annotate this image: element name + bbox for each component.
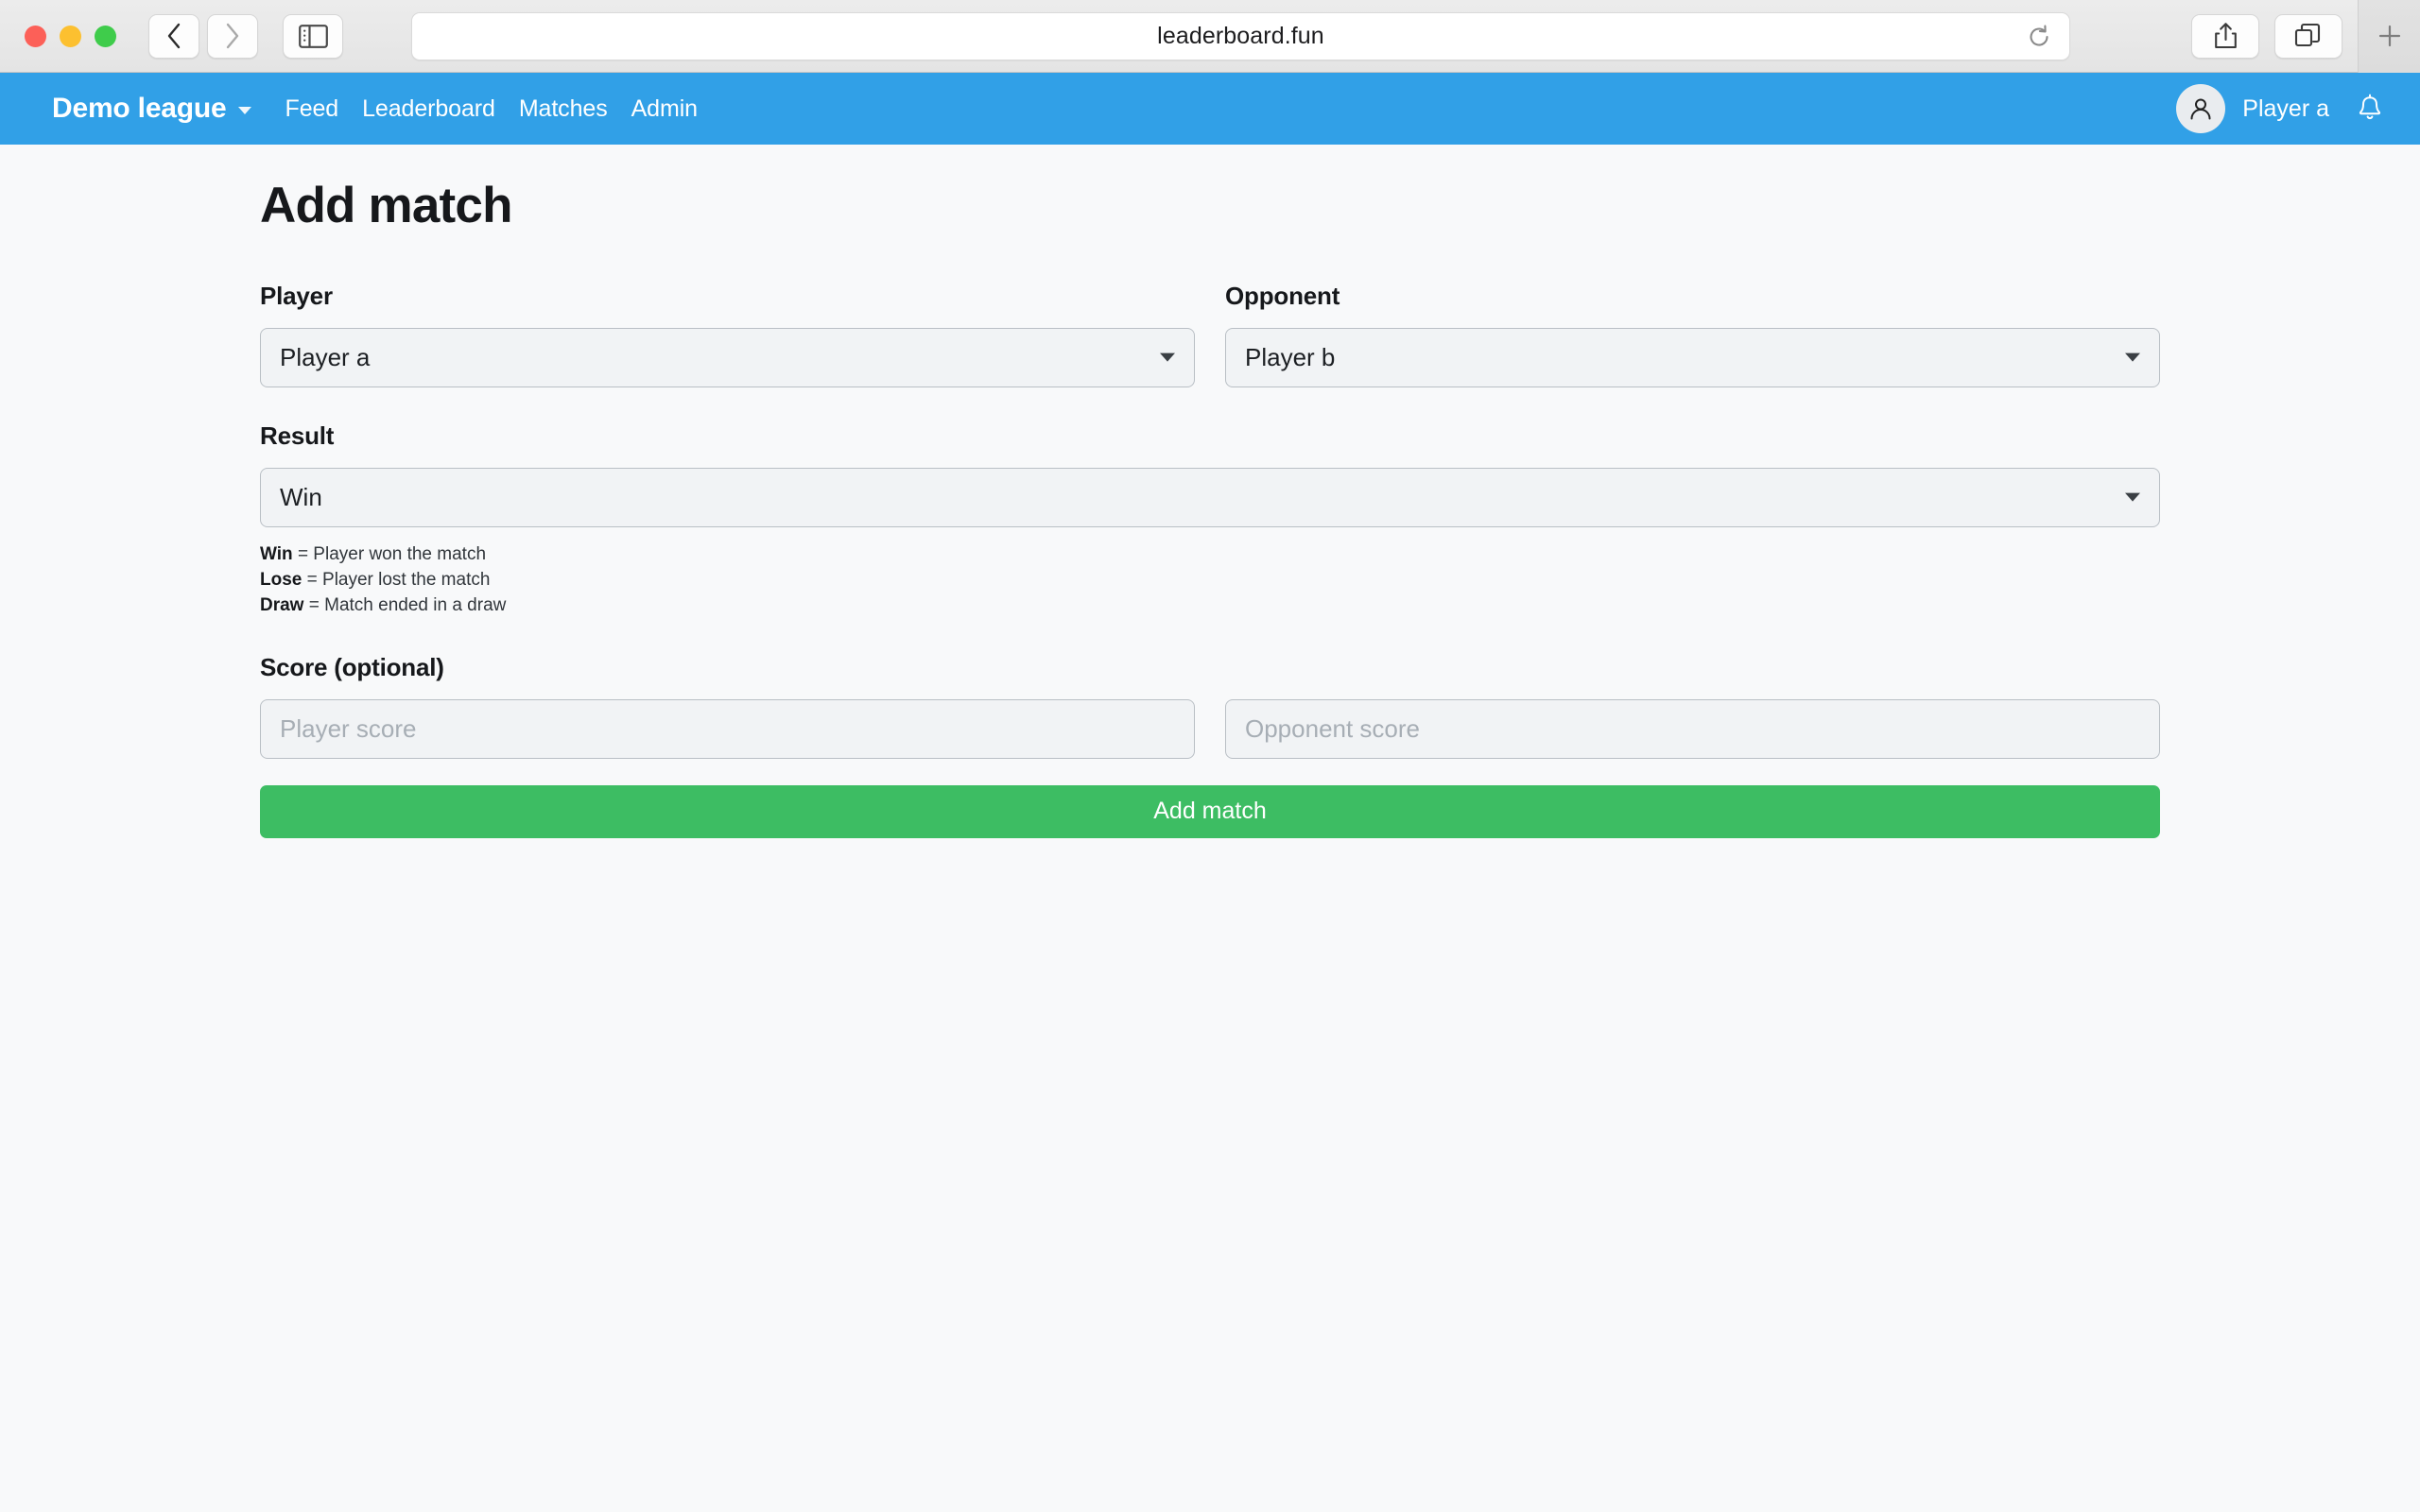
league-switcher[interactable]: Demo league — [52, 93, 251, 125]
plus-icon — [2378, 25, 2400, 47]
legend-desc-draw: = Match ended in a draw — [308, 594, 507, 615]
chevron-right-icon — [226, 23, 239, 49]
score-field-group: Score (optional) Player score Opponent s… — [260, 653, 2160, 759]
legend-desc-lose: = Player lost the match — [306, 569, 491, 590]
nav-item-feed[interactable]: Feed — [285, 95, 339, 123]
player-select[interactable]: Player a — [260, 328, 1195, 387]
user-name-label: Player a — [2242, 94, 2329, 122]
opponent-select[interactable]: Player b — [1225, 328, 2160, 387]
brand-label: Demo league — [52, 93, 227, 124]
legend-desc-win: = Player won the match — [297, 544, 487, 564]
navigation-buttons — [148, 13, 258, 59]
app-navbar: Demo league Feed Leaderboard Matches Adm… — [0, 73, 2420, 145]
opponent-score-wrapper: Opponent score — [1225, 698, 2160, 759]
reload-icon — [2030, 25, 2048, 46]
tab-overview-button[interactable] — [2274, 13, 2342, 59]
reload-button[interactable] — [2020, 18, 2058, 56]
share-icon — [2214, 23, 2237, 49]
chevron-down-icon — [2125, 352, 2140, 362]
legend-line-draw: Draw = Match ended in a draw — [260, 593, 2160, 619]
player-select-value: Player a — [280, 343, 371, 371]
page-body: Add match Player Player a Opponent Playe… — [0, 145, 2420, 1512]
nav-item-admin[interactable]: Admin — [631, 95, 698, 123]
url-text: leaderboard.fun — [1157, 23, 1324, 49]
bell-icon — [2359, 94, 2381, 120]
toolbar-right-tools — [2191, 0, 2420, 73]
close-window-button[interactable] — [25, 25, 46, 47]
chevron-down-icon — [237, 107, 251, 114]
legend-term-win: Win — [260, 544, 293, 564]
legend-term-draw: Draw — [260, 594, 304, 615]
sidebar-toggle-button[interactable] — [283, 13, 343, 59]
player-score-placeholder: Player score — [280, 713, 417, 743]
result-select-value: Win — [280, 483, 322, 511]
window-traffic-lights — [25, 25, 116, 47]
back-button[interactable] — [148, 13, 199, 59]
player-score-input[interactable]: Player score — [260, 698, 1195, 759]
result-label: Result — [260, 421, 335, 450]
forward-button[interactable] — [207, 13, 258, 59]
score-inputs-row: Player score Opponent score — [260, 698, 2160, 759]
opponent-score-input[interactable]: Opponent score — [1225, 698, 2160, 759]
sidebar-icon — [298, 24, 328, 48]
opponent-label: Opponent — [1225, 282, 1340, 310]
address-bar-wrapper: leaderboard.fun — [411, 12, 2070, 60]
chevron-down-icon — [2125, 492, 2140, 502]
result-field-group: Result Win Win = Player won the match Lo… — [260, 421, 2160, 619]
player-opponent-row: Player Player a Opponent Player b — [260, 282, 2160, 387]
chevron-left-icon — [167, 23, 181, 49]
player-field-group: Player Player a — [260, 282, 1195, 387]
nav-item-leaderboard[interactable]: Leaderboard — [362, 95, 495, 123]
browser-window: leaderboard.fun Demo league Feed Leaderb… — [0, 0, 2420, 1512]
add-match-button[interactable]: Add match — [260, 784, 2160, 838]
share-button[interactable] — [2191, 13, 2259, 59]
opponent-select-value: Player b — [1245, 343, 1336, 371]
legend-line-lose: Lose = Player lost the match — [260, 568, 2160, 593]
result-select[interactable]: Win — [260, 468, 2160, 527]
minimize-window-button[interactable] — [60, 25, 81, 47]
browser-toolbar: leaderboard.fun — [0, 0, 2420, 73]
legend-line-win: Win = Player won the match — [260, 542, 2160, 568]
primary-nav: Feed Leaderboard Matches Admin — [285, 95, 699, 123]
page-title: Add match — [260, 178, 512, 233]
user-icon — [2190, 98, 2211, 120]
legend-term-lose: Lose — [260, 569, 302, 590]
chevron-down-icon — [1160, 352, 1175, 362]
score-label: Score (optional) — [260, 652, 444, 681]
tabs-icon — [2294, 23, 2321, 47]
player-label: Player — [260, 282, 333, 310]
opponent-score-placeholder: Opponent score — [1245, 713, 1421, 743]
player-score-wrapper: Player score — [260, 698, 1195, 759]
notifications-button[interactable] — [2356, 94, 2384, 124]
address-bar[interactable]: leaderboard.fun — [411, 12, 2070, 60]
maximize-window-button[interactable] — [95, 25, 116, 47]
result-legend: Win = Player won the match Lose = Player… — [260, 542, 2160, 619]
navbar-user-area: Player a — [2176, 84, 2384, 133]
form-container: Add match Player Player a Opponent Playe… — [260, 145, 2160, 838]
nav-item-matches[interactable]: Matches — [519, 95, 608, 123]
avatar[interactable] — [2176, 84, 2226, 133]
new-tab-button[interactable] — [2358, 0, 2420, 73]
opponent-field-group: Opponent Player b — [1225, 282, 2160, 387]
